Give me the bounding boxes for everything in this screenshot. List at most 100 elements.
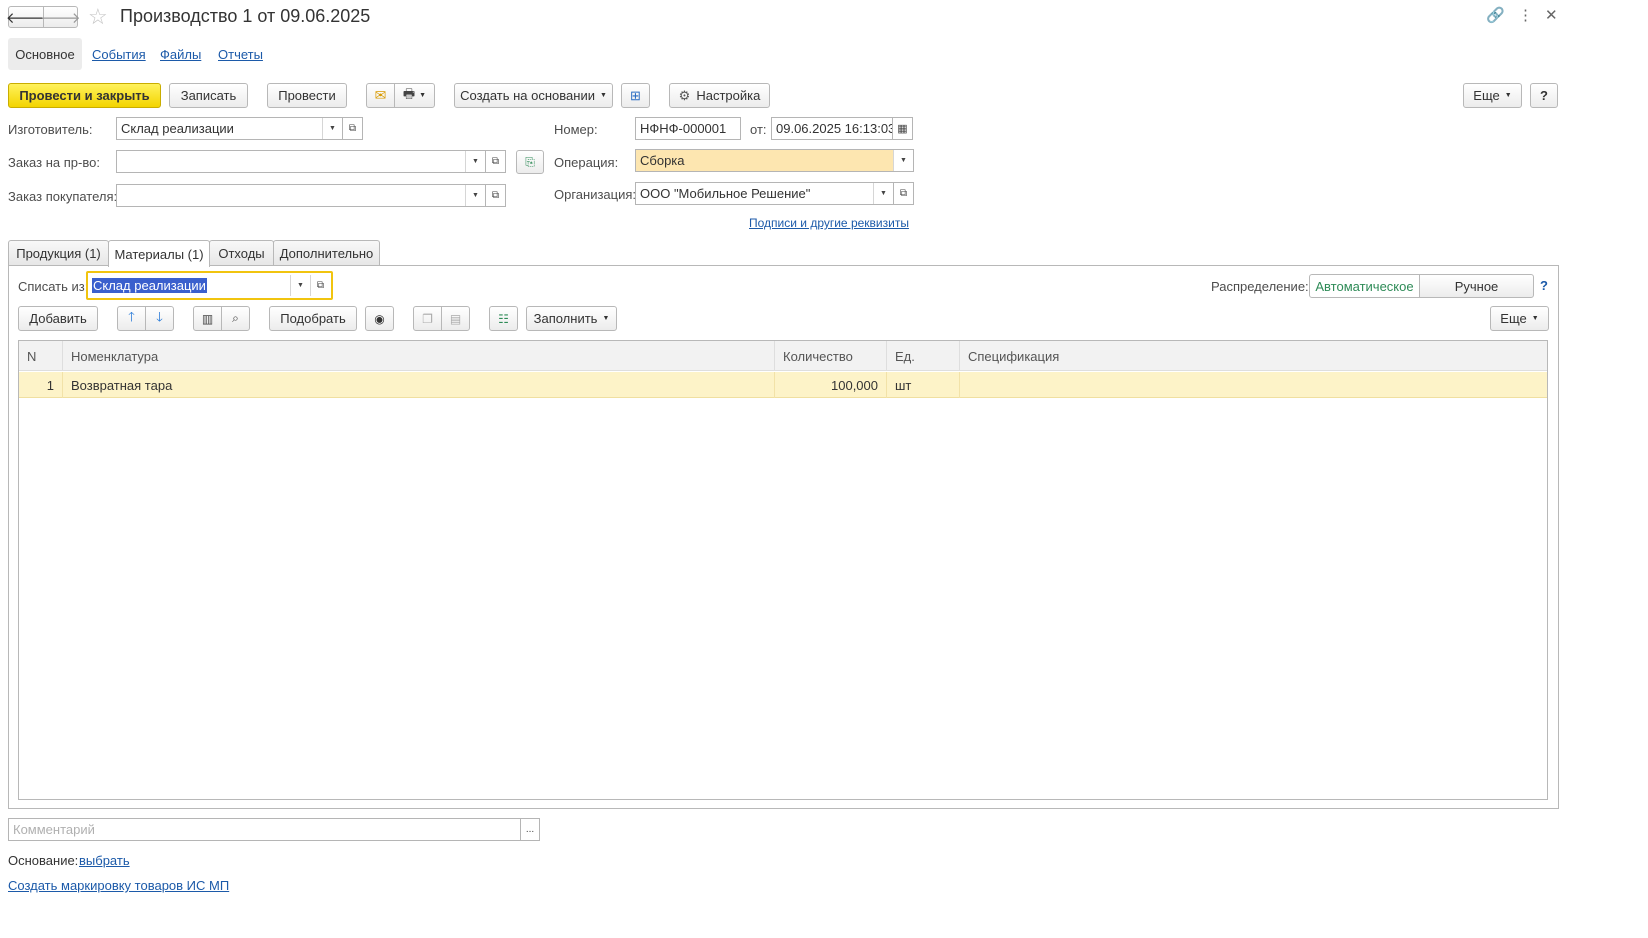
tab-materials[interactable]: Материалы (1) [108, 240, 210, 267]
table-more-button[interactable]: Еще ▼ [1490, 306, 1549, 331]
org-value: ООО "Мобильное Решение" [640, 186, 811, 201]
chevron-down-icon[interactable]: ▼ [290, 275, 310, 296]
nav-tab-events[interactable]: События [92, 47, 146, 62]
cell-spec[interactable] [960, 372, 1547, 398]
writeoff-field[interactable]: Склад реализации [92, 275, 292, 296]
table-settings-button[interactable]: ☷ [489, 306, 518, 331]
manufacturer-value: Склад реализации [121, 121, 234, 136]
col-unit-header[interactable]: Ед. [887, 341, 960, 371]
cell-unit[interactable]: шт [887, 372, 960, 398]
nav-tab-reports[interactable]: Отчеты [218, 47, 263, 62]
more-vertical-icon[interactable]: ⋮ [1518, 6, 1533, 24]
table-more-label: Еще [1500, 311, 1527, 326]
fill-button[interactable]: Заполнить ▼ [526, 306, 617, 331]
comment-placeholder: Комментарий [13, 822, 95, 837]
comment-expand-button[interactable]: ... [520, 818, 540, 841]
org-open-button[interactable]: ⧉ [894, 182, 914, 205]
nav-tab-files[interactable]: Файлы [160, 47, 201, 62]
col-spec-header[interactable]: Спецификация [960, 341, 1547, 371]
print-button[interactable]: 🖶 ▼ [394, 83, 435, 108]
paste-button[interactable]: ▤ [441, 306, 470, 331]
post-button[interactable]: Провести [267, 83, 347, 108]
arrow-up-icon: 🡑 [128, 308, 135, 324]
chevron-down-icon[interactable]: ▼ [465, 185, 485, 206]
org-label: Организация: [554, 187, 637, 202]
fill-from-order-button[interactable]: ⎘ [516, 150, 544, 174]
add-row-button[interactable]: Добавить [18, 306, 98, 331]
customer-order-field[interactable]: ▼ [116, 184, 486, 207]
paste-icon: ▤ [449, 311, 462, 326]
tab-products[interactable]: Продукция (1) [8, 240, 109, 266]
operation-label: Операция: [554, 155, 619, 170]
col-n-header[interactable]: N [19, 341, 63, 371]
table-row[interactable]: 1 Возвратная тара 100,000 шт [19, 372, 1547, 398]
open-window-icon[interactable]: ⧉ [310, 275, 330, 296]
cell-nomenclature[interactable]: Возвратная тара [63, 372, 775, 398]
chevron-down-icon: ▼ [602, 315, 610, 322]
prod-order-field[interactable]: ▼ [116, 150, 486, 173]
tab-additional[interactable]: Дополнительно [273, 240, 380, 266]
customer-order-open-button[interactable]: ⧉ [486, 184, 506, 207]
copy-button[interactable]: ❐ [413, 306, 442, 331]
pick-button[interactable]: Подобрать [269, 306, 357, 331]
tab-waste[interactable]: Отходы [209, 240, 274, 266]
date-field[interactable]: 09.06.2025 16:13:03 [771, 117, 893, 140]
barcode-search-button[interactable]: ⌕ [221, 306, 250, 331]
close-icon[interactable]: ✕ [1545, 6, 1558, 24]
back-button[interactable]: 🡐 [6, 6, 46, 28]
comment-field[interactable]: Комментарий [8, 818, 521, 841]
create-based-button[interactable]: Создать на основании ▼ [454, 83, 613, 108]
view-button[interactable]: ◉ [365, 306, 394, 331]
forward-button[interactable]: 🡒 [40, 6, 81, 28]
chevron-down-icon: ▼ [419, 92, 427, 99]
email-button[interactable]: ✉ [366, 83, 395, 108]
create-marking-link[interactable]: Создать маркировку товаров ИС МП [8, 878, 229, 893]
number-value: НФНФ-000001 [640, 121, 727, 136]
open-window-icon: ⧉ [899, 188, 908, 199]
chevron-down-icon[interactable]: ▼ [322, 118, 342, 139]
favorite-star-icon[interactable]: ☆ [88, 4, 108, 30]
link-icon[interactable]: 🔗 [1486, 6, 1505, 24]
arrow-right-icon: 🡒 [40, 9, 81, 27]
operation-field[interactable]: Сборка ▼ [635, 149, 914, 172]
post-and-close-button[interactable]: Провести и закрыть [8, 83, 161, 108]
manufacturer-open-button[interactable]: ⧉ [343, 117, 363, 140]
signatures-link[interactable]: Подписи и другие реквизиты [749, 216, 909, 230]
col-quantity-header[interactable]: Количество [775, 341, 887, 371]
cell-quantity[interactable]: 100,000 [775, 372, 887, 398]
manufacturer-label: Изготовитель: [8, 122, 93, 137]
writeoff-value: Склад реализации [92, 278, 207, 293]
basis-label: Основание: [8, 853, 79, 868]
more-button[interactable]: Еще ▼ [1463, 83, 1522, 108]
calendar-button[interactable]: ▦ [893, 117, 913, 140]
prod-order-open-button[interactable]: ⧉ [486, 150, 506, 173]
nav-tab-main[interactable]: Основное [8, 38, 82, 70]
cell-n: 1 [19, 372, 63, 398]
ellipsis-icon: ... [525, 824, 535, 835]
barcode-button[interactable]: ▥ [193, 306, 222, 331]
distribution-auto-toggle[interactable]: Автоматическое [1309, 274, 1420, 298]
customer-order-label: Заказ покупателя: [8, 189, 118, 204]
hierarchy-icon: ⊞ [630, 87, 641, 103]
number-field[interactable]: НФНФ-000001 [635, 117, 741, 140]
save-button[interactable]: Записать [169, 83, 248, 108]
distribution-help-icon[interactable]: ? [1540, 278, 1548, 293]
distribution-manual-toggle[interactable]: Ручное [1419, 274, 1534, 298]
chevron-down-icon[interactable]: ▼ [893, 150, 913, 171]
col-nomenclature-header[interactable]: Номенклатура [63, 341, 775, 371]
org-field[interactable]: ООО "Мобильное Решение" ▼ [635, 182, 894, 205]
create-based-label: Создать на основании [460, 88, 595, 103]
chevron-down-icon[interactable]: ▼ [873, 183, 893, 204]
move-down-button[interactable]: 🡓 [145, 306, 174, 331]
structure-button[interactable]: ⊞ [621, 83, 650, 108]
move-up-button[interactable]: 🡑 [117, 306, 146, 331]
chevron-down-icon[interactable]: ▼ [465, 151, 485, 172]
chevron-down-icon: ▼ [599, 92, 607, 99]
page-title: Производство 1 от 09.06.2025 [120, 6, 371, 26]
gear-icon: ⚙ [678, 87, 691, 103]
basis-select-link[interactable]: выбрать [79, 853, 130, 868]
table-icon: ☷ [498, 311, 509, 326]
help-button[interactable]: ? [1530, 83, 1558, 108]
manufacturer-field[interactable]: Склад реализации ▼ [116, 117, 343, 140]
settings-button[interactable]: ⚙ Настройка [669, 83, 770, 108]
